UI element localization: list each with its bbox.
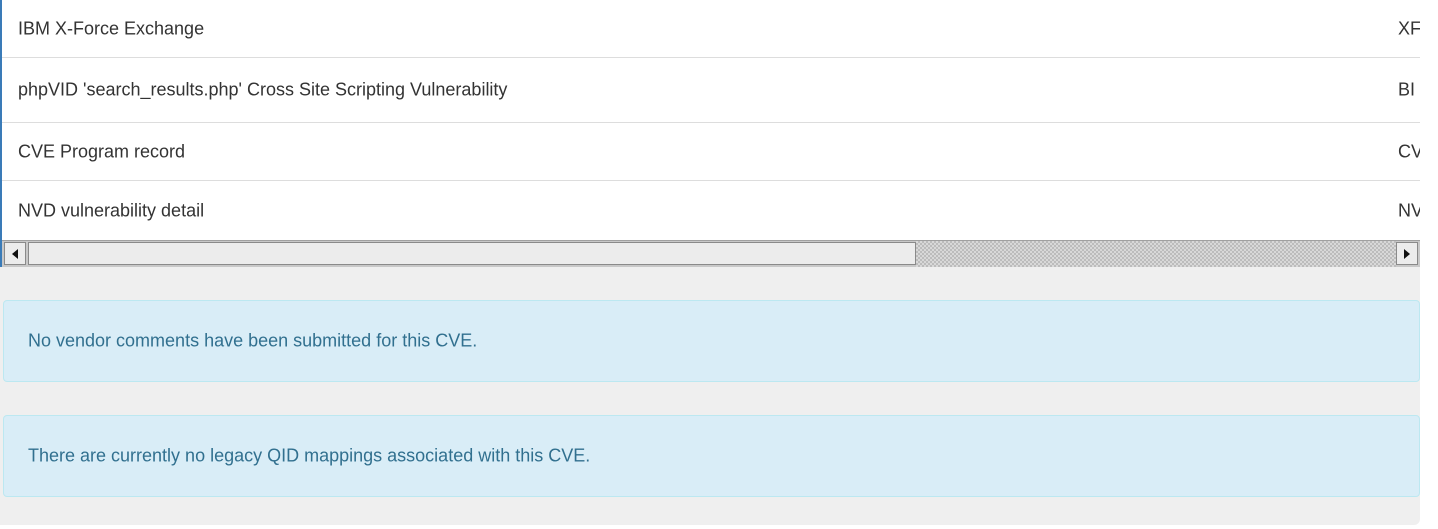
page-content: IBM X-Force Exchange XF phpVID 'search_r… (0, 0, 1420, 525)
scrollbar-thumb[interactable] (28, 242, 916, 265)
scrollbar-track[interactable] (916, 241, 1396, 267)
reference-source: XF (1398, 18, 1420, 38)
arrow-left-icon (12, 248, 18, 259)
table-row: phpVID 'search_results.php' Cross Site S… (2, 58, 1420, 123)
reference-source: NV (1398, 200, 1420, 220)
reference-source: CV (1398, 141, 1420, 161)
reference-name[interactable]: CVE Program record (18, 141, 185, 162)
horizontal-scrollbar[interactable] (2, 240, 1420, 267)
reference-name[interactable]: NVD vulnerability detail (18, 200, 204, 221)
vendor-comments-notice: No vendor comments have been submitted f… (3, 300, 1420, 382)
qid-mappings-notice: There are currently no legacy QID mappin… (3, 415, 1420, 497)
reference-name[interactable]: IBM X-Force Exchange (18, 18, 204, 39)
reference-name[interactable]: phpVID 'search_results.php' Cross Site S… (18, 80, 507, 101)
reference-source: BI (1398, 79, 1416, 100)
table-row: NVD vulnerability detail NV (2, 181, 1420, 240)
references-table: IBM X-Force Exchange XF phpVID 'search_r… (0, 0, 1420, 267)
scroll-left-button[interactable] (4, 242, 26, 265)
table-row: IBM X-Force Exchange XF (2, 0, 1420, 58)
vendor-comments-message: No vendor comments have been submitted f… (28, 330, 478, 351)
qid-mappings-message: There are currently no legacy QID mappin… (28, 445, 591, 466)
arrow-right-icon (1404, 248, 1410, 259)
table-row: CVE Program record CV (2, 123, 1420, 181)
scroll-right-button[interactable] (1396, 242, 1418, 265)
